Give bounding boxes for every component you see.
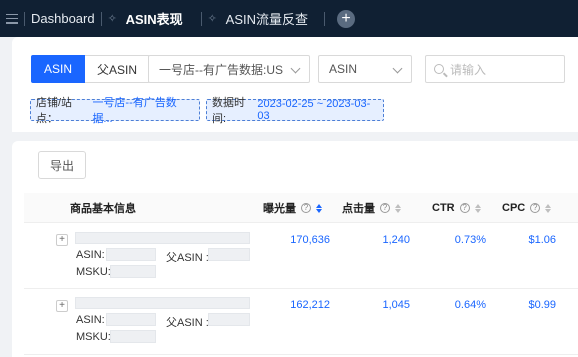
header-label: 点击量 xyxy=(342,203,375,215)
chevron-down-icon xyxy=(392,63,403,74)
cpc-value[interactable]: $1.06 xyxy=(510,234,556,246)
column-header-ctr[interactable]: CTR ? xyxy=(432,193,481,223)
ctr-value[interactable]: 0.73% xyxy=(440,234,486,246)
clicks-value[interactable]: 1,240 xyxy=(360,234,410,246)
filter-panel: ASIN 父ASIN 一号店--有广告数据:US ASIN 请输入 店铺/站点：… xyxy=(12,37,578,132)
sort-icon[interactable] xyxy=(316,203,322,213)
column-header-product: 商品基本信息 xyxy=(70,193,136,223)
header-label: 商品基本信息 xyxy=(70,203,136,215)
add-tab-button[interactable]: + xyxy=(337,9,356,28)
msku-label: MSKU: xyxy=(76,266,111,278)
tab-label: Dashboard xyxy=(31,11,95,26)
product-title-placeholder xyxy=(75,297,250,309)
asin-toggle-button[interactable]: ASIN xyxy=(31,55,86,83)
search-input[interactable]: 请输入 xyxy=(425,55,565,83)
store-select-value: 一号店--有广告数据:US xyxy=(159,62,283,77)
top-tab-bar: Dashboard ✧ ASIN表现 ✧ ASIN流量反查 + xyxy=(0,0,578,37)
help-icon[interactable]: ? xyxy=(530,203,541,213)
tab-label: ASIN表现 xyxy=(125,12,183,27)
expand-row-button[interactable]: + xyxy=(56,300,68,312)
divider xyxy=(24,11,25,26)
search-type-value: ASIN xyxy=(329,62,358,76)
header-label: CPC xyxy=(502,202,526,214)
search-type-select[interactable]: ASIN xyxy=(318,55,412,83)
column-header-impressions[interactable]: 曝光量 ? xyxy=(263,193,322,223)
impressions-value[interactable]: 162,212 xyxy=(280,299,330,311)
asin-value-placeholder xyxy=(106,313,156,326)
sort-icon[interactable] xyxy=(545,203,552,213)
expand-row-button[interactable]: + xyxy=(56,234,68,246)
help-icon[interactable]: ? xyxy=(380,203,390,213)
store-select[interactable]: 一号店--有广告数据:US xyxy=(148,55,310,83)
column-header-cpc[interactable]: CPC ? xyxy=(502,193,552,223)
asin-label: ASIN: xyxy=(76,249,105,261)
asin-label: ASIN: xyxy=(76,314,105,326)
cpc-value[interactable]: $0.99 xyxy=(510,299,556,311)
header-label: 曝光量 xyxy=(263,203,296,215)
store-filter-tag[interactable]: 店铺/站点： 一号店--有广告数据... xyxy=(30,97,200,125)
tab-asin-traffic-reverse[interactable]: ✧ ASIN流量反查 xyxy=(208,0,308,37)
tag-key: 店铺/站点： xyxy=(36,97,73,125)
tag-value: 一号店--有广告数据... xyxy=(92,97,177,125)
sort-icon[interactable] xyxy=(474,203,481,213)
menu-icon[interactable] xyxy=(6,13,18,25)
ctr-value[interactable]: 0.64% xyxy=(440,299,486,311)
parent-asin-label: 父ASIN : xyxy=(166,317,209,329)
msku-value-placeholder xyxy=(110,265,156,278)
search-placeholder: 请输入 xyxy=(450,62,487,77)
divider xyxy=(200,11,202,26)
parent-asin-value-placeholder xyxy=(208,248,250,261)
table-panel: 导出 商品基本信息 曝光量 ? 点击量 ? CTR ? CPC ? + ASIN… xyxy=(12,141,578,357)
chevron-down-icon xyxy=(290,63,301,74)
table-header: 商品基本信息 曝光量 ? 点击量 ? CTR ? CPC ? xyxy=(24,193,578,223)
msku-label: MSKU: xyxy=(76,331,111,343)
header-label: CTR xyxy=(432,202,455,214)
impressions-value[interactable]: 170,636 xyxy=(280,234,330,246)
pin-icon[interactable]: ✧ xyxy=(108,13,120,25)
tab-label: ASIN流量反查 xyxy=(225,12,309,27)
msku-value-placeholder xyxy=(110,330,156,343)
clicks-value[interactable]: 1,045 xyxy=(360,299,410,311)
divider xyxy=(324,11,326,26)
parent-asin-label: 父ASIN : xyxy=(166,252,209,264)
export-button[interactable]: 导出 xyxy=(38,151,86,179)
help-icon[interactable]: ? xyxy=(301,203,311,213)
product-title-placeholder xyxy=(75,232,250,244)
sort-icon[interactable] xyxy=(395,203,401,213)
tag-key: 数据时间: xyxy=(212,97,245,125)
search-icon xyxy=(434,64,444,74)
table-row: + ASIN: 父ASIN : MSKU: 162,212 1,045 0.64… xyxy=(24,290,578,355)
asin-value-placeholder xyxy=(106,248,156,261)
divider xyxy=(100,11,102,26)
date-filter-tag[interactable]: 数据时间: 2023-02-25 ~ 2023-03-03 xyxy=(206,97,384,125)
tab-dashboard[interactable]: Dashboard xyxy=(31,0,95,37)
parent-asin-value-placeholder xyxy=(208,313,250,326)
table-row: + ASIN: 父ASIN : MSKU: 170,636 1,240 0.73… xyxy=(24,224,578,289)
tag-value: 2023-02-25 ~ 2023-03-03 xyxy=(257,98,371,122)
asin-type-toggle: ASIN 父ASIN xyxy=(31,55,151,83)
tab-asin-performance[interactable]: ✧ ASIN表现 xyxy=(108,0,183,37)
column-header-clicks[interactable]: 点击量 ? xyxy=(342,193,401,223)
parent-asin-toggle-button[interactable]: 父ASIN xyxy=(85,55,151,83)
help-icon[interactable]: ? xyxy=(459,203,470,213)
pin-icon[interactable]: ✧ xyxy=(208,13,220,25)
